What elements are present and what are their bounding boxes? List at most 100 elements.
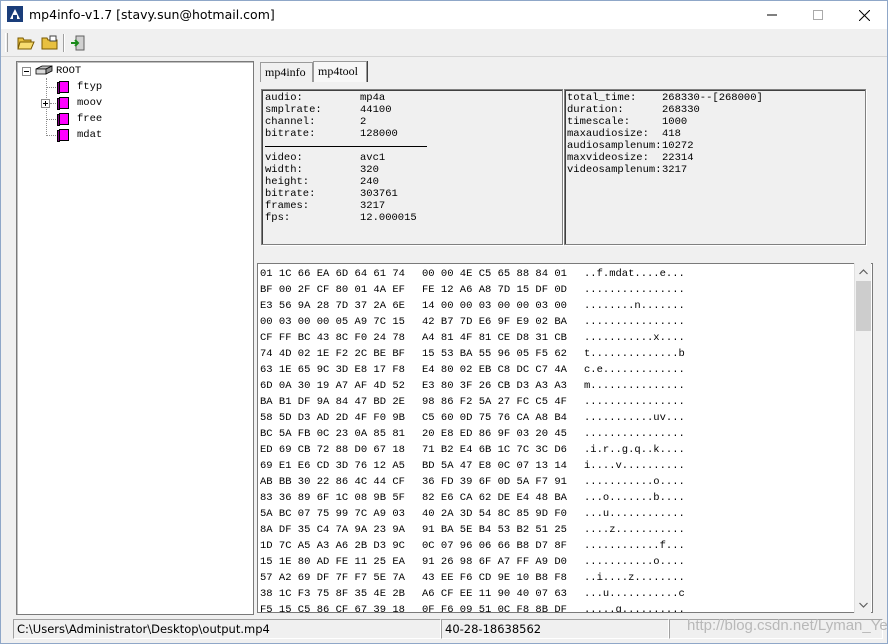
hex-bytes: 0F F6 09 51 0C F8 8B DF	[422, 604, 567, 613]
collapse-toggle[interactable]	[22, 66, 31, 76]
hex-bytes: 42 B7 7D E6 9F E9 02 BA	[422, 316, 567, 328]
info-value: 320	[360, 164, 379, 176]
hex-ascii: i....v..........	[584, 460, 685, 472]
exit-button[interactable]	[67, 32, 89, 54]
maximize-icon	[813, 10, 823, 20]
hex-bytes: 63 1E 65 9C 3D E8 17 F8	[260, 364, 405, 376]
hex-bytes: 01 1C 66 EA 6D 64 61 74	[260, 268, 405, 280]
hex-bytes: 8A DF 35 C4 7A 9A 23 9A	[260, 524, 405, 536]
hex-ascii: m...............	[584, 380, 685, 392]
info-value: 1000	[662, 116, 688, 128]
folder-icon	[41, 35, 58, 50]
hex-bytes: FE 12 A6 A8 7D 15 DF 0D	[422, 284, 567, 296]
tree-node-free[interactable]: free	[57, 112, 102, 126]
tree-node-label: moov	[77, 97, 103, 109]
info-value: 240	[360, 176, 379, 188]
info-key: timescale:	[567, 116, 631, 128]
info-value: 44100	[360, 104, 392, 116]
info-key: audiosamplenum:	[567, 140, 662, 152]
hex-bytes: 5A BC 07 75 99 7C A9 03	[260, 508, 405, 520]
hex-dump-view[interactable]: 01 1C 66 EA 6D 64 61 74 00 00 4E C5 65 88…	[257, 263, 873, 613]
hex-ascii: ...........o....	[584, 476, 685, 488]
info-key: bitrate:	[265, 188, 316, 200]
atom-book-icon	[57, 96, 69, 110]
hex-bytes: 82 E6 CA 62 DE E4 48 BA	[422, 492, 567, 504]
open-file-button[interactable]	[15, 32, 37, 54]
hex-bytes: E4 80 02 EB C8 DC C7 4A	[422, 364, 567, 376]
tab-strip: mp4info mp4tool	[259, 61, 885, 82]
hex-bytes: BA B1 DF 9A 84 47 BD 2E	[260, 396, 405, 408]
hex-ascii: ..i....z........	[584, 572, 685, 584]
tree-node-root[interactable]: ROOT	[22, 64, 81, 78]
hex-ascii: ....z...........	[584, 524, 685, 536]
chevron-down-icon	[859, 602, 868, 608]
minimize-icon	[767, 14, 777, 16]
scroll-thumb[interactable]	[856, 281, 871, 331]
info-key: fps:	[265, 212, 291, 224]
hex-bytes: E3 56 9A 28 7D 37 2A 6E	[260, 300, 405, 312]
tree-node-label: ROOT	[56, 65, 82, 77]
info-key: video:	[265, 152, 303, 164]
hex-bytes: 58 5D D3 AD 2D 4F F0 9B	[260, 412, 405, 424]
hex-ascii: ...u...........c	[584, 588, 685, 600]
tree-node-moov[interactable]: moov	[41, 96, 102, 110]
info-value: mp4a	[360, 92, 386, 104]
tree-node-label: ftyp	[77, 81, 103, 93]
info-value: 268330--[268000]	[662, 92, 763, 104]
hex-ascii: ...........uv...	[584, 412, 685, 424]
hex-bytes: 00 03 00 00 05 A9 7C 15	[260, 316, 405, 328]
atom-book-icon	[57, 128, 69, 142]
info-value: 303761	[360, 188, 398, 200]
watermark-text: http://blog.csdn.net/Lyman_Ye	[687, 617, 888, 634]
maximize-button[interactable]	[795, 1, 841, 29]
scroll-up-button[interactable]	[855, 263, 872, 280]
hex-bytes: AB BB 30 22 86 4C 44 CF	[260, 476, 405, 488]
atom-book-icon	[57, 80, 69, 94]
timing-info-panel: total_time: 268330--[268000] duration: 2…	[564, 89, 866, 245]
info-key: channel:	[265, 116, 316, 128]
toolbar-grip[interactable]	[5, 33, 8, 52]
info-value: 22314	[662, 152, 694, 164]
hex-ascii: c.e.............	[584, 364, 685, 376]
close-button[interactable]	[841, 1, 887, 29]
hex-ascii: ..f.mdat....e...	[584, 268, 685, 280]
tab-mp4tool[interactable]: mp4tool	[313, 61, 367, 82]
window-title: mp4info-v1.7 [stavy.sun@hotmail.com]	[29, 7, 275, 22]
info-value: 3217	[662, 164, 688, 176]
info-value: 10272	[662, 140, 694, 152]
divider	[265, 146, 427, 147]
info-key: width:	[265, 164, 303, 176]
hex-scrollbar[interactable]	[854, 263, 871, 613]
toolbar-separator	[63, 34, 65, 52]
info-key: videosamplenum:	[567, 164, 662, 176]
hex-bytes: 69 E1 E6 CD 3D 76 12 A5	[260, 460, 405, 472]
status-file-path: C:\Users\Administrator\Desktop\output.mp…	[13, 619, 441, 639]
hex-bytes: C5 60 0D 75 76 CA A8 B4	[422, 412, 567, 424]
tab-mp4info[interactable]: mp4info	[260, 62, 313, 82]
hex-bytes: 91 BA 5E B4 53 B2 51 25	[422, 524, 567, 536]
folder-button[interactable]	[39, 32, 61, 54]
info-key: height:	[265, 176, 310, 188]
hex-bytes: 57 A2 69 DF 7F F7 5E 7A	[260, 572, 405, 584]
hex-bytes: BF 00 2F CF 80 01 4A EF	[260, 284, 405, 296]
hex-bytes: F5 15 C5 86 CF 67 39 18	[260, 604, 405, 613]
hex-ascii: t..............b	[584, 348, 685, 360]
hex-bytes: BD 5A 47 E8 0C 07 13 14	[422, 460, 567, 472]
hex-bytes: 15 1E 80 AD FE 11 25 EA	[260, 556, 405, 568]
app-window: mp4info-v1.7 [stavy.sun@hotmail.com] ROO…	[0, 0, 888, 644]
tree-node-ftyp[interactable]: ftyp	[57, 80, 102, 94]
hex-bytes: 15 53 BA 55 96 05 F5 62	[422, 348, 567, 360]
info-key: frames:	[265, 200, 310, 212]
atom-book-icon	[57, 112, 69, 126]
hex-ascii: ................	[584, 428, 685, 440]
status-offset: 40-28-18638562	[441, 619, 669, 639]
hex-bytes: E3 80 3F 26 CB D3 A3 A3	[422, 380, 567, 392]
info-value: 2	[360, 116, 367, 128]
atom-tree[interactable]: ROOT ftyp moov free mdat	[16, 61, 254, 615]
tree-node-mdat[interactable]: mdat	[57, 128, 102, 142]
minimize-button[interactable]	[749, 1, 795, 29]
drive-icon	[35, 65, 53, 75]
hex-bytes: 1D 7C A5 A3 A6 2B D3 9C	[260, 540, 405, 552]
expand-toggle[interactable]	[41, 98, 50, 108]
scroll-down-button[interactable]	[855, 596, 872, 613]
